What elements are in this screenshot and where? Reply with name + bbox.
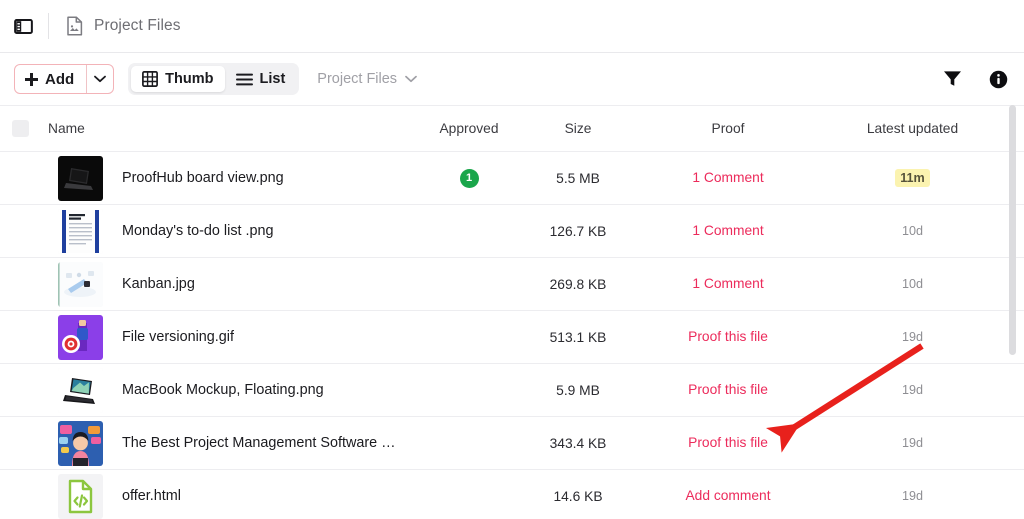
select-all-checkbox[interactable]	[12, 120, 29, 137]
add-button[interactable]: Add	[14, 64, 115, 94]
table-row[interactable]: ProofHub board view.png 1 5.5 MB 1 Comment 1…	[0, 152, 1024, 205]
add-button-label-group[interactable]: Add	[15, 65, 86, 93]
macbook-mockup-thumbnail	[58, 367, 103, 413]
sidebar-panel-icon[interactable]	[12, 15, 34, 37]
view-mode-switcher: Thumb List	[128, 63, 300, 95]
add-dropdown-toggle[interactable]	[87, 65, 113, 93]
latest-updated: 10d	[901, 224, 923, 238]
document-icon	[65, 16, 83, 36]
toolbar: Add Thumb List Project Files	[0, 53, 1024, 106]
illustration-person-thumbnail	[58, 420, 103, 466]
proof-action-link[interactable]: Proof this file	[688, 382, 768, 397]
latest-updated: 10d	[901, 277, 923, 291]
latest-updated: 19d	[901, 436, 923, 450]
info-circle-icon	[989, 70, 1008, 88]
approved-cell: 1	[415, 168, 523, 188]
proof-action-link[interactable]: Proof this file	[688, 435, 768, 450]
scrollbar-track[interactable]	[1009, 105, 1020, 519]
topbar-divider	[48, 13, 49, 39]
file-name[interactable]: File versioning.gif	[122, 329, 234, 345]
latest-updated: 19d	[901, 383, 923, 397]
file-manager-app: Project Files Add Thumb List Project Fil…	[0, 0, 1024, 519]
column-header-proof[interactable]: Proof	[633, 121, 823, 136]
laptop-dark-thumbnail	[58, 155, 103, 201]
add-button-label: Add	[45, 70, 75, 88]
file-list: ProofHub board view.png 1 5.5 MB 1 Comment 1…	[0, 152, 1024, 519]
file-name[interactable]: Kanban.jpg	[122, 276, 195, 292]
table-row[interactable]: The Best Project Management Software … 34…	[0, 417, 1024, 470]
proof-action-link[interactable]: 1 Comment	[692, 276, 763, 291]
column-header-size[interactable]: Size	[523, 121, 633, 136]
file-size: 513.1 KB	[549, 329, 607, 345]
file-size: 269.8 KB	[549, 276, 607, 292]
proof-action-link[interactable]: Proof this file	[688, 329, 768, 344]
tab-thumb-view[interactable]: Thumb	[131, 66, 225, 92]
file-name[interactable]: offer.html	[122, 488, 181, 504]
proof-action-link[interactable]: 1 Comment	[692, 223, 763, 238]
latest-updated: 19d	[901, 330, 923, 344]
tab-list-view[interactable]: List	[225, 66, 297, 92]
table-row[interactable]: Kanban.jpg 269.8 KB 1 Comment 10d	[0, 258, 1024, 311]
column-header-name[interactable]: Name	[29, 121, 415, 136]
latest-updated: 11m	[895, 169, 930, 187]
file-size: 5.5 MB	[556, 170, 600, 186]
column-header-latest-updated[interactable]: Latest updated	[823, 121, 1002, 136]
folder-filter-label: Project Files	[317, 71, 398, 87]
chevron-down-icon	[94, 75, 107, 83]
file-name[interactable]: The Best Project Management Software …	[122, 435, 396, 451]
purple-gif-thumbnail	[58, 314, 103, 360]
grid-icon	[142, 71, 159, 87]
filter-button[interactable]	[943, 70, 962, 88]
html-code-file-icon	[58, 473, 103, 519]
table-header: Name Approved Size Proof Latest updated	[0, 106, 1024, 152]
folder-filter-dropdown[interactable]: Project Files	[317, 71, 417, 87]
file-name[interactable]: MacBook Mockup, Floating.png	[122, 382, 324, 398]
list-icon	[235, 73, 253, 85]
table-row[interactable]: MacBook Mockup, Floating.png 5.9 MB Proof …	[0, 364, 1024, 417]
toolbar-actions	[943, 70, 1008, 89]
proof-action-link[interactable]: Add comment	[685, 488, 770, 503]
column-header-approved[interactable]: Approved	[415, 121, 523, 136]
breadcrumb-title: Project Files	[94, 17, 181, 34]
latest-updated: 19d	[901, 489, 923, 503]
file-name[interactable]: ProofHub board view.png	[122, 170, 284, 186]
top-bar: Project Files	[0, 0, 1024, 53]
table-row[interactable]: File versioning.gif 513.1 KB Proof this fi…	[0, 311, 1024, 364]
todo-list-document-thumbnail	[58, 208, 103, 254]
file-name[interactable]: Monday's to-do list .png	[122, 223, 274, 239]
file-size: 5.9 MB	[556, 382, 600, 398]
plus-icon	[25, 72, 38, 86]
file-size: 126.7 KB	[549, 223, 607, 239]
scrollbar-thumb[interactable]	[1009, 105, 1016, 355]
tab-list-label: List	[259, 71, 286, 87]
file-size: 343.4 KB	[549, 435, 607, 451]
table-row[interactable]: Monday's to-do list .png 126.7 KB 1 Commen…	[0, 205, 1024, 258]
tab-thumb-label: Thumb	[165, 71, 214, 87]
kanban-illustration-thumbnail	[58, 261, 103, 307]
chevron-down-icon	[405, 75, 417, 83]
info-button[interactable]	[989, 70, 1008, 89]
table-row[interactable]: offer.html 14.6 KB Add comment 19d	[0, 470, 1024, 519]
file-size: 14.6 KB	[553, 488, 603, 504]
proof-action-link[interactable]: 1 Comment	[692, 170, 763, 185]
filter-funnel-icon	[944, 71, 961, 86]
approved-badge[interactable]: 1	[459, 168, 479, 188]
